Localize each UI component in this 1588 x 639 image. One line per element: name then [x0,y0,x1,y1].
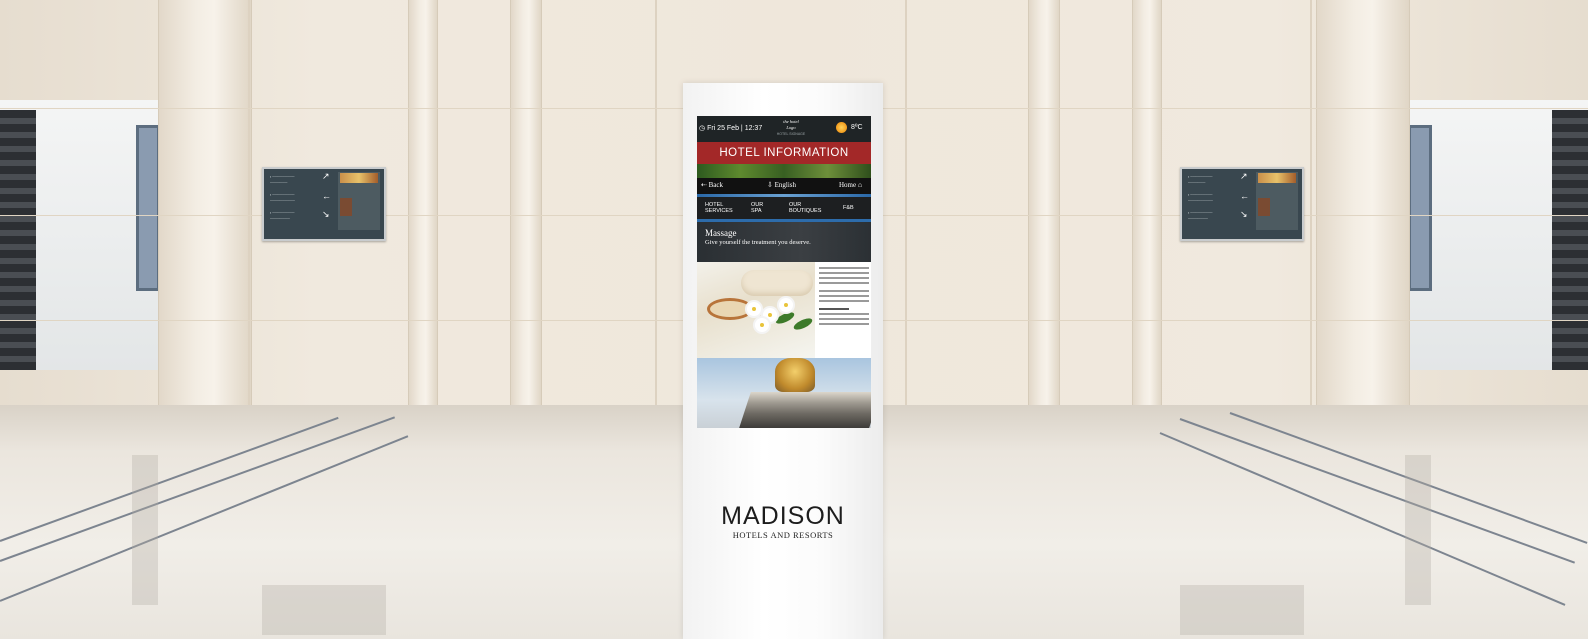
directory-row: ▪ ───────── [270,211,295,215]
direction-arrow-icon: ↘ [1240,209,1248,219]
building-image [697,358,871,428]
wall-directory-screen-left: ▪ ───────── ─────── ▪ ───────── ────────… [262,167,386,241]
window-reflection [132,455,158,605]
promo-panel [1256,172,1298,230]
right-window [1408,125,1432,291]
banner-image [697,164,871,178]
flower [747,302,761,316]
directory-row: ────────── [270,199,295,203]
tab-f-and-b[interactable]: F&B [843,205,854,211]
direction-arrow-icon: ↗ [1240,171,1248,181]
wall-seam [905,0,907,410]
pillar [510,0,542,410]
section-title: Massage [705,228,737,238]
directory-row: ─────── [1188,181,1206,185]
pillar [1028,0,1060,410]
flower [779,298,793,312]
kiosk-screen: ◷ Fri 25 Feb | 12:37 the hotel Logo HOTE… [697,116,871,428]
pillar [1132,0,1162,410]
promo-image [1258,173,1296,183]
wall-seam [1310,0,1312,410]
language-icon: ⇩ [767,181,773,189]
calendar-icon: ◷ [699,125,706,132]
promo-thumbnail [340,198,352,216]
directory-row: ────────── [1188,199,1213,203]
home-button[interactable]: Home ⌂ [839,181,862,189]
golden-statue [775,358,815,392]
category-tabs: HOTEL SERVICES OUR SPA OUR BOUTIQUES F&B [697,197,871,219]
brand-tagline: HOTELS AND RESORTS [732,530,834,540]
flower [755,318,769,332]
directory-row: ──────── [1188,217,1208,221]
lobby-scene: ▪ ───────── ─────── ▪ ───────── ────────… [0,0,1588,639]
datetime: ◷ Fri 25 Feb | 12:37 [699,125,763,132]
body-text [819,264,869,328]
window-reflection [1405,455,1431,605]
section-hero: Massage Give yourself the treatment you … [697,222,871,262]
leaf [774,310,796,326]
pillar [158,0,252,410]
direction-arrow-icon: ← [322,191,331,201]
signage-kiosk: ◷ Fri 25 Feb | 12:37 the hotel Logo HOTE… [683,83,883,639]
tab-our-boutiques[interactable]: OUR BOUTIQUES [789,202,821,214]
spa-image [697,262,815,358]
directory-row: ▪ ───────── [1188,175,1213,179]
pillar [408,0,438,410]
towel [741,270,813,296]
hotel-logo: the hotel Logo HOTEL SIGNAGE [776,119,806,136]
brand-name: MADISON [721,502,845,530]
date-text: Fri 25 Feb [707,125,739,132]
left-window [136,125,160,291]
directory-row: ─────── [270,181,288,185]
direction-arrow-icon: ↘ [322,209,330,219]
language-selector[interactable]: ⇩ English [767,181,796,189]
left-staircase [0,110,36,370]
direction-arrow-icon: ← [1240,191,1249,201]
home-icon: ⌂ [857,181,863,189]
directory-row: ▪ ───────── [270,193,295,197]
screen-reflection [262,585,386,635]
pillar [1316,0,1410,410]
promo-panel [338,172,380,230]
wall-seam [655,0,657,410]
screen-reflection [1180,585,1304,635]
section-subtitle: Give yourself the treatment you deserve. [705,239,811,246]
temperature: 8ºC [851,124,863,131]
spa-content [697,262,871,358]
back-arrow-icon: ⇠ [701,181,707,189]
directory-row: ▪ ───────── [270,175,295,179]
wall-directory-screen-right: ▪ ───────── ─────── ▪ ───────── ────────… [1180,167,1304,241]
leaf [792,316,814,332]
promo-thumbnail [1258,198,1270,216]
kiosk-navbar: ⇠ Back ⇩ English Home ⌂ [697,178,871,194]
kiosk-topbar: ◷ Fri 25 Feb | 12:37 the hotel Logo HOTE… [697,116,871,142]
back-button[interactable]: ⇠ Back [701,181,723,189]
directory-row: ──────── [270,217,290,221]
brand-logo: MADISON HOTELS AND RESORTS [683,502,883,540]
wall-seam [248,0,250,410]
promo-image [340,173,378,183]
direction-arrow-icon: ↗ [322,171,330,181]
directory-row: ▪ ───────── [1188,193,1213,197]
tab-hotel-services[interactable]: HOTEL SERVICES [705,202,733,214]
directory-row: ▪ ───────── [1188,211,1213,215]
sun-icon [836,122,847,133]
tab-our-spa[interactable]: OUR SPA [751,202,763,214]
page-title: HOTEL INFORMATION [697,142,871,164]
right-staircase [1552,110,1588,370]
time-text: 12:37 [744,125,763,132]
building-cornice [739,392,871,428]
